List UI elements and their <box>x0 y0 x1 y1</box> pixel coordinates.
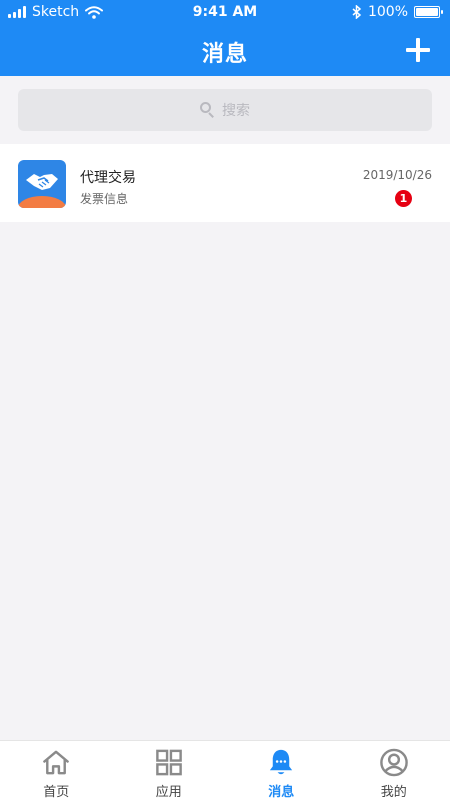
tab-label: 消息 <box>268 785 295 800</box>
message-preview: 发票信息 <box>80 192 129 206</box>
search-placeholder: 搜索 <box>222 103 250 119</box>
status-bar: Sketch 9:41 AM 100% <box>0 0 450 26</box>
battery-percent: 100% <box>367 4 408 20</box>
message-date: 2019/10/26 <box>362 168 432 182</box>
tab-apps[interactable]: 应用 <box>113 741 226 800</box>
message-title: 代理交易 <box>80 170 136 186</box>
tab-label: 首页 <box>43 785 70 800</box>
search-icon <box>200 102 216 118</box>
unread-badge: 1 <box>395 190 412 207</box>
list-item[interactable]: 代理交易 发票信息 2019/10/26 1 <box>0 144 450 222</box>
battery-icon <box>414 6 443 18</box>
bluetooth-icon <box>352 5 362 19</box>
search-input[interactable]: 搜索 <box>18 89 432 131</box>
grid-icon <box>155 749 182 776</box>
user-icon <box>379 748 408 777</box>
status-right: 100% <box>352 4 443 20</box>
search-bar: 搜索 <box>0 76 450 142</box>
bell-icon <box>270 749 293 775</box>
screen: Sketch 9:41 AM 100% 消息 搜索 代理交易 发票信息 2019… <box>0 0 450 800</box>
tab-messages[interactable]: 消息 <box>225 741 338 800</box>
home-icon <box>43 750 70 775</box>
tab-profile[interactable]: 我的 <box>338 741 450 800</box>
page-title: 消息 <box>201 42 248 67</box>
header: Sketch 9:41 AM 100% 消息 <box>0 0 450 76</box>
tab-home[interactable]: 首页 <box>0 741 113 800</box>
tab-bar: 首页 应用 消息 我的 <box>0 740 450 800</box>
add-button[interactable] <box>404 36 432 64</box>
tab-label: 我的 <box>380 785 407 800</box>
message-list: 代理交易 发票信息 2019/10/26 1 <box>0 144 450 222</box>
handshake-icon <box>18 160 66 208</box>
tab-label: 应用 <box>155 785 182 800</box>
